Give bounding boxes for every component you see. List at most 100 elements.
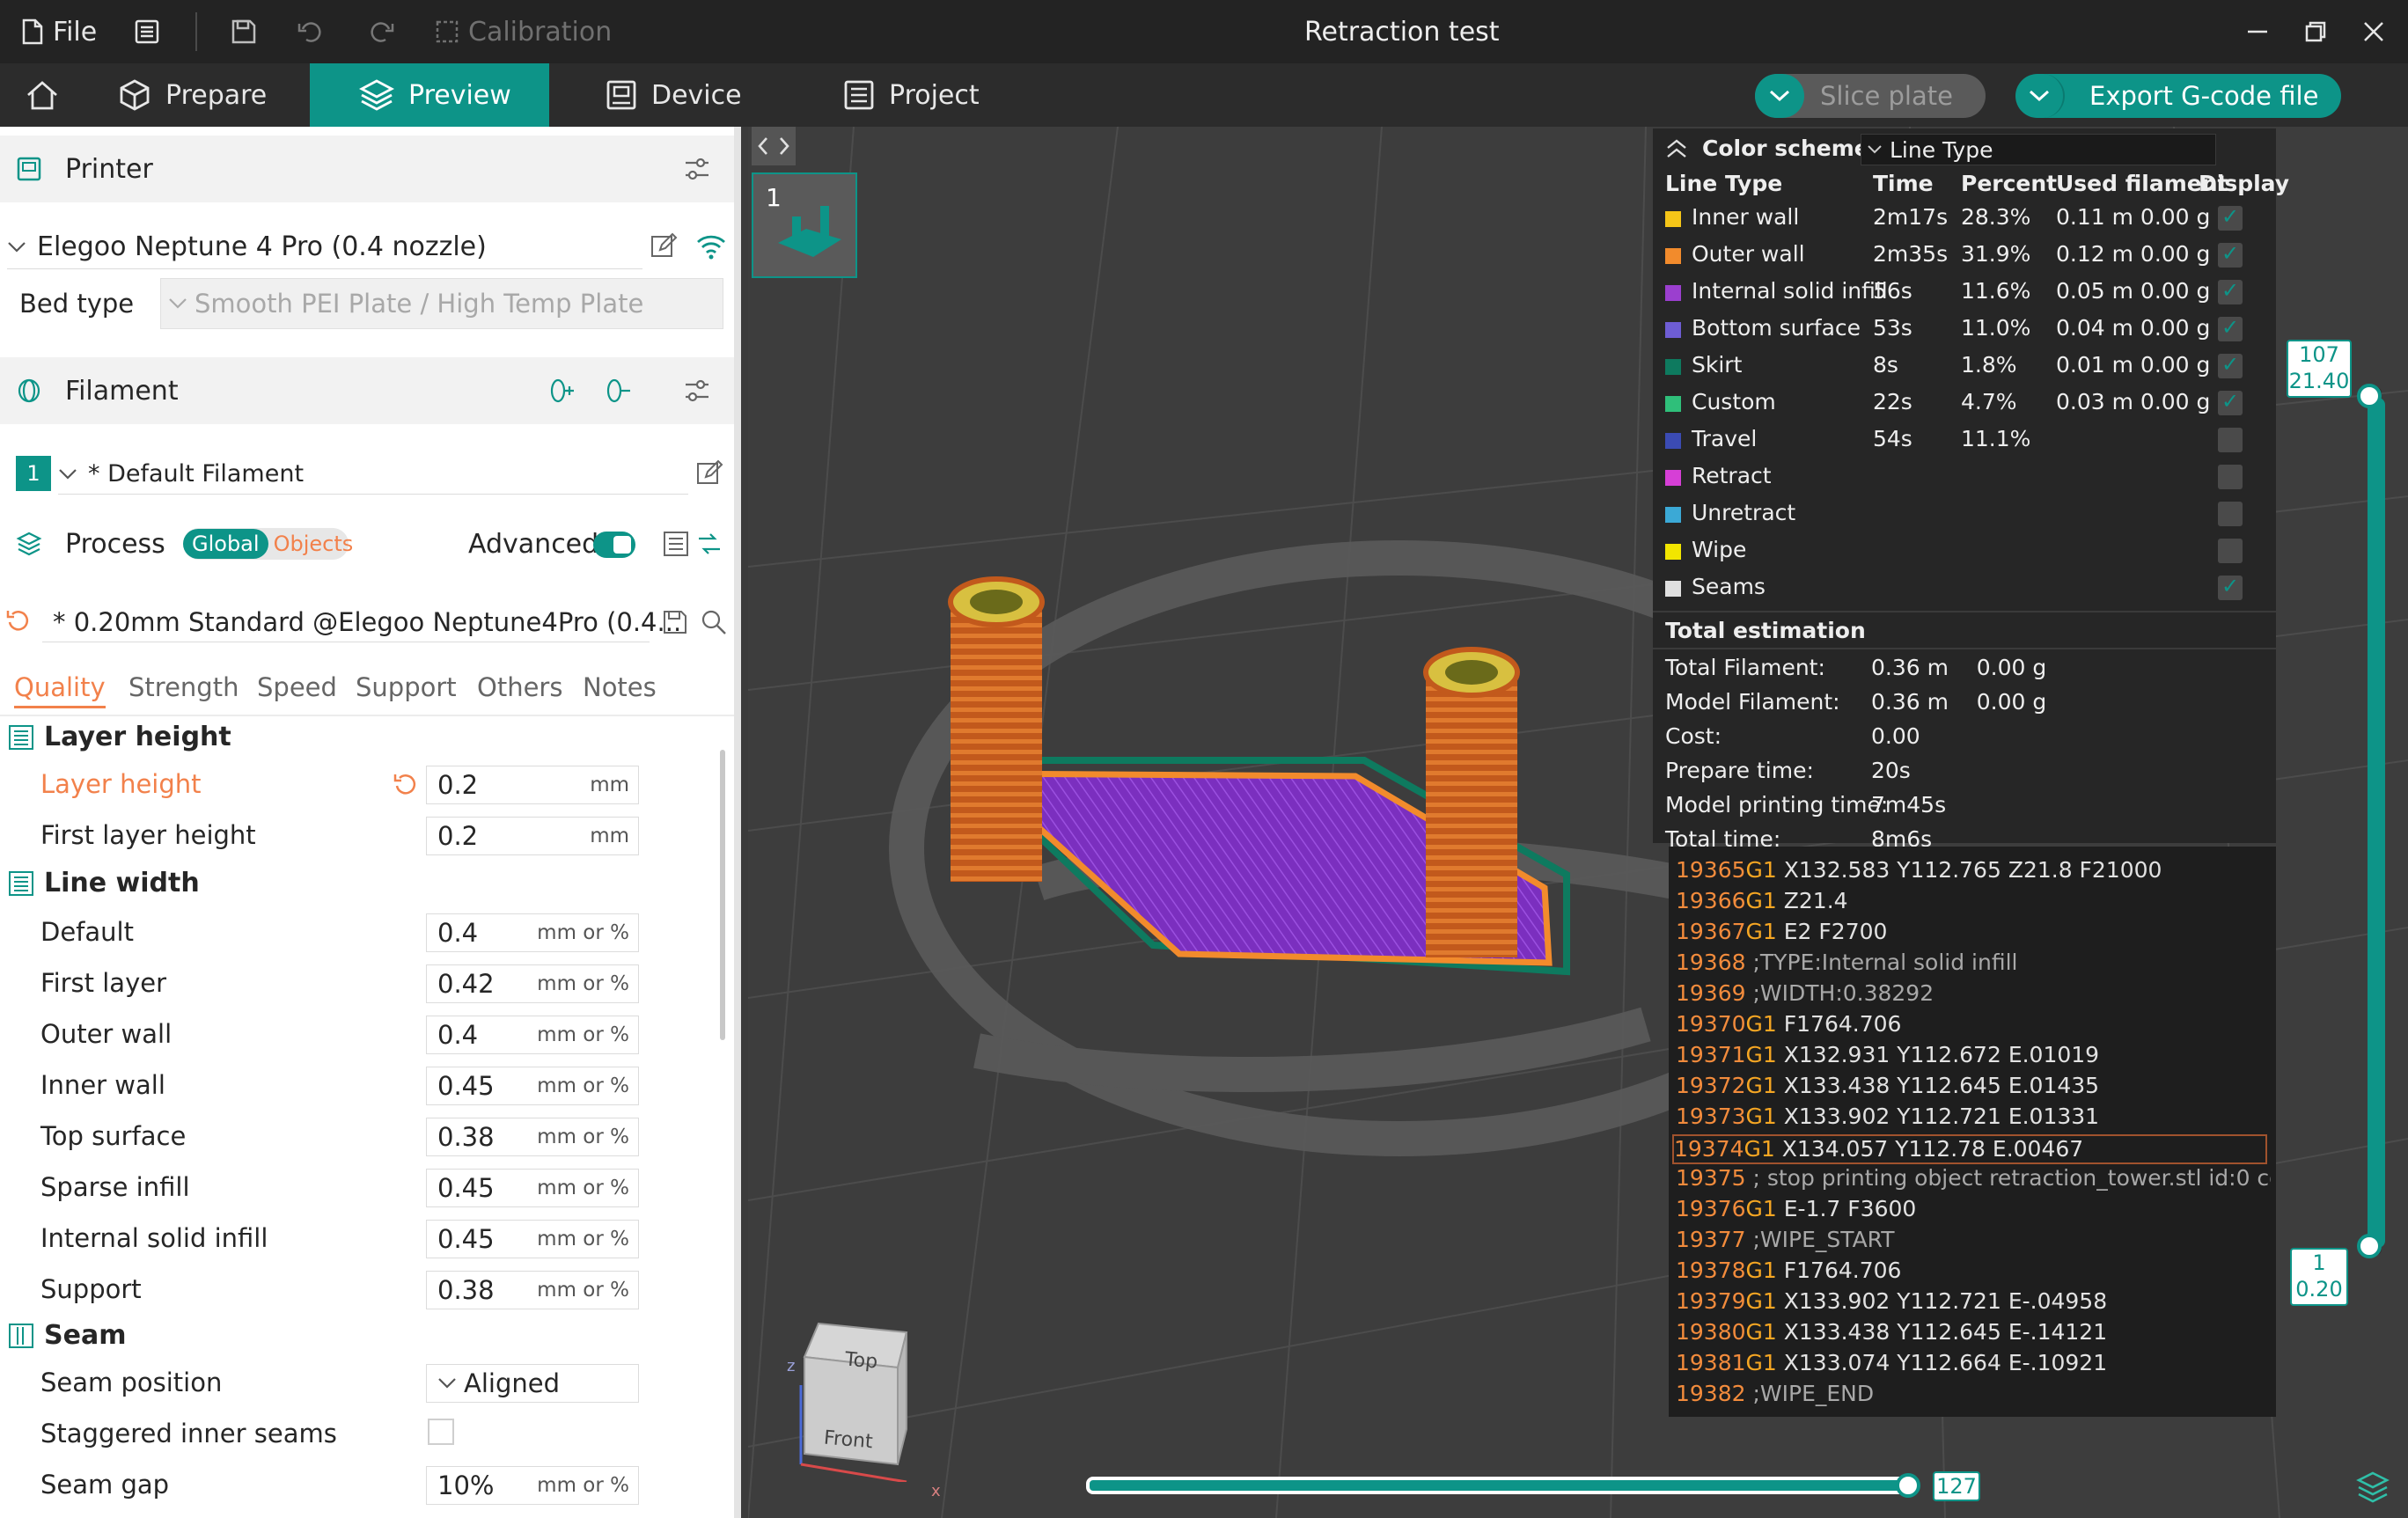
line-width-internal-solid-infill-input[interactable]: 0.45 mm or % — [426, 1220, 639, 1258]
layers-toggle-icon[interactable] — [2355, 1470, 2390, 1505]
view-cube-top-label[interactable]: Top — [844, 1348, 878, 1373]
gcode-line[interactable]: 19379G1 X133.902 Y112.721 E-.04958 — [1676, 1288, 2271, 1318]
redo-button[interactable] — [366, 0, 394, 63]
legend-row[interactable]: Travel 54s 11.1% — [1665, 422, 2264, 459]
gcode-line[interactable]: 19367G1 E2 F2700 — [1676, 919, 2271, 949]
save-icon[interactable] — [662, 609, 688, 635]
advanced-toggle[interactable] — [593, 532, 635, 558]
undo-button[interactable] — [297, 0, 326, 63]
gcode-line[interactable]: 19370G1 F1764.706 — [1676, 1011, 2271, 1041]
line-width-first-layer-input[interactable]: 0.42 mm or % — [426, 964, 639, 1003]
tab-notes[interactable]: Notes — [583, 672, 657, 702]
gcode-line[interactable]: 19381G1 X133.074 Y112.664 E-.10921 — [1676, 1350, 2271, 1380]
line-width-top-surface-input[interactable]: 0.38 mm or % — [426, 1118, 639, 1156]
sidebar-splitter[interactable] — [734, 127, 741, 1518]
reset-icon[interactable] — [393, 771, 419, 797]
legend-row[interactable]: Outer wall 2m35s 31.9% 0.12 m 0.00 g — [1665, 238, 2264, 275]
display-checkbox[interactable] — [2218, 389, 2243, 415]
gcode-line[interactable]: 19365G1 X132.583 Y112.765 Z21.8 F21000 — [1676, 857, 2271, 887]
first-layer-height-input[interactable]: 0.2 mm — [426, 817, 639, 855]
edit-icon[interactable] — [695, 459, 723, 488]
gcode-line[interactable]: 19375 ; stop printing object retraction_… — [1676, 1165, 2271, 1195]
sliders-icon[interactable] — [683, 377, 711, 405]
gcode-line[interactable]: 19376G1 E-1.7 F3600 — [1676, 1196, 2271, 1226]
printer-select[interactable]: Elegoo Neptune 4 Pro (0.4 nozzle) — [7, 225, 642, 269]
line-width-inner-wall-input[interactable]: 0.45 mm or % — [426, 1067, 639, 1105]
display-checkbox[interactable] — [2218, 204, 2243, 231]
remove-filament-icon[interactable] — [604, 377, 632, 405]
tab-support[interactable]: Support — [356, 672, 457, 702]
collapse-legend-icon[interactable] — [1665, 137, 1688, 160]
move-slider-range[interactable] — [1086, 1477, 1913, 1494]
legend-row[interactable]: Bottom surface 53s 11.0% 0.04 m 0.00 g — [1665, 312, 2264, 348]
line-width-support-input[interactable]: 0.38 mm or % — [426, 1271, 639, 1309]
gcode-line[interactable]: 19366G1 Z21.4 — [1676, 888, 2271, 918]
display-checkbox[interactable] — [2218, 574, 2243, 600]
display-checkbox[interactable] — [2218, 502, 2243, 526]
gcode-line[interactable]: 19382 ;WIPE_END — [1676, 1381, 2271, 1411]
close-button[interactable] — [2362, 0, 2385, 63]
compare-icon[interactable] — [695, 530, 723, 558]
layer-slider-top-handle[interactable] — [2357, 384, 2382, 408]
display-checkbox[interactable] — [2218, 465, 2243, 489]
wifi-icon[interactable] — [695, 232, 727, 260]
gcode-line[interactable]: 19369 ;WIDTH:0.38292 — [1676, 980, 2271, 1010]
export-dropdown[interactable] — [2015, 74, 2065, 118]
reset-icon[interactable] — [5, 607, 32, 634]
global-option[interactable]: Global — [183, 529, 268, 559]
scope-toggle[interactable]: Global Objects — [183, 528, 353, 560]
slice-dropdown[interactable] — [1755, 74, 1804, 118]
gcode-line[interactable]: 19373G1 X133.902 Y112.721 E.01331 — [1676, 1104, 2271, 1133]
bed-type-select[interactable]: Smooth PEI Plate / High Temp Plate — [160, 278, 723, 329]
legend-row[interactable]: Retract — [1665, 459, 2264, 496]
layer-slider-range[interactable] — [2368, 398, 2385, 1248]
slice-plate-button[interactable]: Slice plate — [1755, 74, 1986, 118]
tab-strength[interactable]: Strength — [128, 672, 239, 702]
home-button[interactable] — [16, 63, 69, 127]
display-checkbox[interactable] — [2218, 241, 2243, 268]
tab-device[interactable]: Device — [606, 63, 742, 127]
gcode-line[interactable]: 19378G1 F1764.706 — [1676, 1258, 2271, 1287]
display-checkbox[interactable] — [2218, 539, 2243, 563]
tab-speed[interactable]: Speed — [257, 672, 337, 702]
seam-gap-input[interactable]: 10% mm or % — [426, 1466, 639, 1505]
legend-row[interactable]: Custom 22s 4.7% 0.03 m 0.00 g — [1665, 385, 2264, 422]
legend-row[interactable]: Seams — [1665, 570, 2264, 607]
filament-index-badge[interactable]: 1 — [16, 456, 51, 491]
gcode-line[interactable]: 19372G1 X133.438 Y112.645 E.01435 — [1676, 1073, 2271, 1103]
tab-quality[interactable]: Quality — [14, 672, 106, 708]
tab-prepare[interactable]: Prepare — [118, 63, 267, 127]
legend-row[interactable]: Internal solid infill 56s 11.6% 0.05 m 0.00… — [1665, 275, 2264, 312]
maximize-button[interactable] — [2304, 0, 2327, 63]
gcode-line[interactable]: 19380G1 X133.438 Y112.645 E-.14121 — [1676, 1319, 2271, 1349]
export-gcode-button[interactable]: Export G-code file — [2015, 74, 2341, 118]
layer-height-input[interactable]: 0.2 mm — [426, 766, 639, 804]
add-filament-icon[interactable] — [547, 377, 576, 405]
tab-others[interactable]: Others — [477, 672, 562, 702]
line-width-default-input[interactable]: 0.4 mm or % — [426, 913, 639, 952]
sidebar-scrollbar[interactable] — [720, 750, 725, 1040]
minimize-button[interactable] — [2246, 0, 2269, 63]
search-icon[interactable] — [701, 609, 727, 635]
gcode-line[interactable]: 19377 ;WIPE_START — [1676, 1227, 2271, 1257]
collapse-sidebar-button[interactable] — [752, 127, 796, 165]
layer-slider-bottom-handle[interactable] — [2357, 1234, 2382, 1258]
tab-preview[interactable]: Preview — [310, 63, 549, 127]
gcode-line[interactable]: 19374G1 X134.057 Y112.78 E.00467 — [1672, 1134, 2267, 1164]
calibration-menu[interactable]: Calibration — [435, 0, 612, 63]
legend-row[interactable]: Wipe — [1665, 533, 2264, 570]
list-view-icon[interactable] — [662, 530, 690, 558]
tab-project[interactable]: Project — [843, 63, 980, 127]
display-checkbox[interactable] — [2218, 315, 2243, 341]
display-checkbox[interactable] — [2218, 428, 2243, 452]
color-scheme-select[interactable]: Line Type — [1861, 134, 2216, 165]
legend-row[interactable]: Inner wall 2m17s 28.3% 0.11 m 0.00 g — [1665, 201, 2264, 238]
line-width-outer-wall-input[interactable]: 0.4 mm or % — [426, 1016, 639, 1054]
gcode-line[interactable]: 19371G1 X132.931 Y112.672 E.01019 — [1676, 1042, 2271, 1072]
staggered-inner-seams-checkbox[interactable] — [428, 1419, 454, 1445]
filament-select[interactable]: * Default Filament — [58, 454, 688, 495]
legend-row[interactable]: Unretract — [1665, 496, 2264, 533]
save-button[interactable] — [231, 0, 257, 63]
move-slider-handle[interactable] — [1896, 1473, 1920, 1498]
sliders-icon[interactable] — [683, 155, 711, 183]
